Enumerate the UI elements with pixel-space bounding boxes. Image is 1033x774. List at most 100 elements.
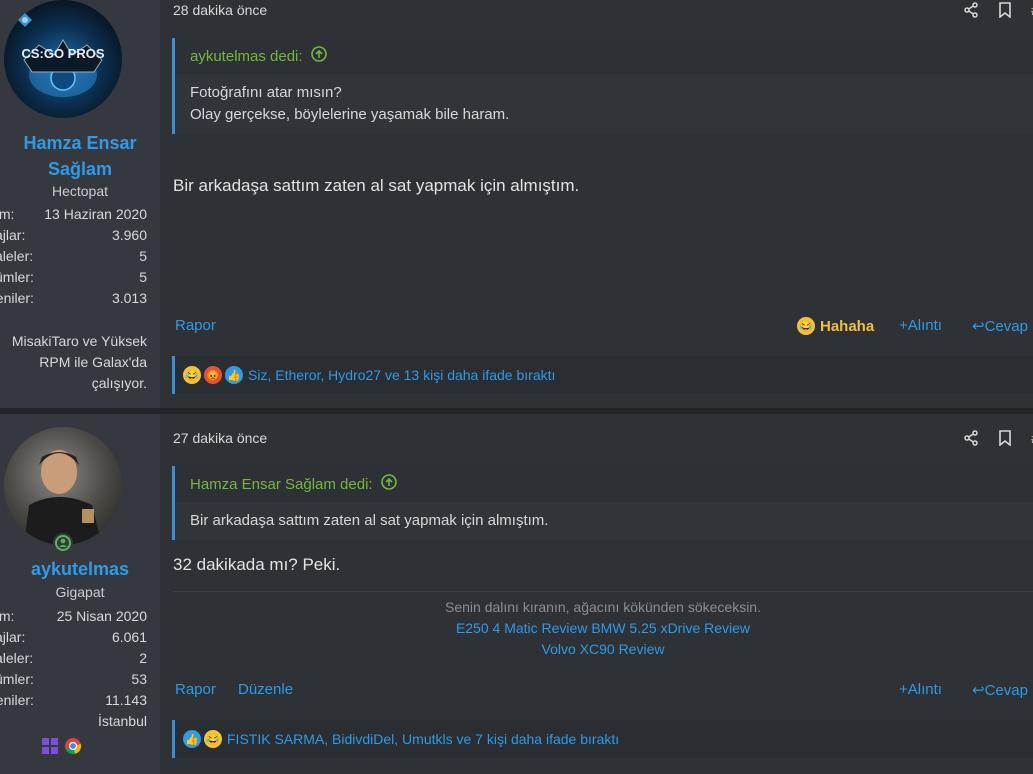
stat-key: zümler: xyxy=(0,671,34,687)
stat-joined: ılım: 13 Haziran 2020 xyxy=(0,206,147,227)
laugh-emoji-icon: 😂 xyxy=(204,730,222,748)
stat-extra: : xyxy=(0,311,147,332)
avatar[interactable] xyxy=(4,427,122,545)
report-link[interactable]: Rapor xyxy=(175,681,216,698)
post-actions: Rapor Düzenle +Alıntı ↩Cevap xyxy=(175,681,1033,705)
edit-link[interactable]: Düzenle xyxy=(238,681,293,698)
stat-key: ılım: xyxy=(0,608,15,624)
username-line-1[interactable]: Hamza Ensar xyxy=(0,130,160,156)
share-icon[interactable] xyxy=(961,0,981,20)
online-status-icon xyxy=(53,533,73,553)
user-title: Hectopat xyxy=(51,183,109,199)
username[interactable]: Hamza Ensar Sağlam xyxy=(0,130,160,182)
quote-line: Olay gerçekse, böylelerine yaşamak bile … xyxy=(190,106,510,123)
reactions-text[interactable]: FISTIK SARMA, BidivdiDel, Umutkls ve 7 k… xyxy=(227,731,619,747)
stat-articles: kaleler: 2 xyxy=(0,650,147,671)
user-title: Gigapat xyxy=(55,584,105,600)
post-message: 32 dakikada mı? Peki. xyxy=(173,555,341,574)
stat-value: 2 xyxy=(139,650,147,666)
stat-likes: ğeniler: 11.143 xyxy=(0,692,147,713)
windows-icon xyxy=(41,737,59,760)
reaction-button[interactable]: 😂 Hahaha xyxy=(797,317,874,335)
stat-location: :İstanbul xyxy=(0,713,147,734)
user-info-panel: CS:GO PROS Hamza Ensar Sağlam Hectopat ı… xyxy=(0,0,160,408)
username[interactable]: aykutelmas xyxy=(0,556,160,582)
stat-value: 3.013 xyxy=(111,290,147,306)
reply-label: Cevap xyxy=(984,682,1028,699)
post-2: aykutelmas Gigapat ılım: 25 Nisan 2020 sa… xyxy=(0,414,1033,774)
quote-label: Alıntı xyxy=(907,681,942,698)
stat-value: 53 xyxy=(131,671,147,687)
permalink-icon[interactable]: # xyxy=(1029,428,1033,448)
arrow-up-circle-icon[interactable] xyxy=(310,46,327,66)
user-custom-field: MisakiTaro ve Yüksek RPM ile Galax'da ça… xyxy=(12,331,147,394)
arrow-up-circle-icon[interactable] xyxy=(380,474,397,494)
post-time[interactable]: 27 dakika önce xyxy=(173,430,267,446)
quote-button[interactable]: +Alıntı xyxy=(899,317,942,334)
share-icon[interactable] xyxy=(961,428,981,448)
custom-line: MisakiTaro ve Yüksek xyxy=(11,333,147,349)
quote-body: Bir arkadaşa sattım zaten al sat yapmak … xyxy=(175,502,1033,540)
post-tools: # xyxy=(961,0,1033,20)
quote-block: aykutelmas dedi: Fotoğrafını atar mısın?… xyxy=(172,38,1033,134)
signature-link[interactable]: Volvo XC90 Review xyxy=(542,641,665,657)
reactions-text[interactable]: Siz, Etheror, Hydro27 ve 13 kişi daha if… xyxy=(248,367,555,383)
reply-icon: ↩ xyxy=(972,318,985,335)
reactions-bar[interactable]: 👍 😂 FISTIK SARMA, BidivdiDel, Umutkls ve… xyxy=(172,720,1033,758)
stat-joined: ılım: 25 Nisan 2020 xyxy=(0,608,147,629)
post-message: Bir arkadaşa sattım zaten al sat yapmak … xyxy=(173,176,580,195)
reply-button[interactable]: ↩Cevap xyxy=(972,317,1028,335)
plus-icon: + xyxy=(899,681,908,698)
quote-line: Fotoğrafını atar mısın? xyxy=(190,84,342,101)
quote-author[interactable]: Hamza Ensar Sağlam dedi: xyxy=(190,476,373,493)
stat-key: zümler: xyxy=(0,269,34,285)
stat-key: sajlar: xyxy=(0,227,26,243)
quote-label: Alıntı xyxy=(907,317,942,334)
user-info-panel: aykutelmas Gigapat ılım: 25 Nisan 2020 sa… xyxy=(0,414,160,774)
post-tools: # xyxy=(961,428,1033,448)
quote-button[interactable]: +Alıntı xyxy=(899,681,942,698)
stat-value: 3.960 xyxy=(111,227,147,243)
permalink-icon[interactable]: # xyxy=(1029,0,1033,20)
avatar-logo-text: CS:GO PROS xyxy=(21,46,104,61)
reply-button[interactable]: ↩Cevap xyxy=(972,681,1028,699)
signature-link[interactable]: E250 4 Matic Review BMW 5.25 xDrive Revi… xyxy=(456,620,750,636)
reaction-label: Hahaha xyxy=(820,317,875,335)
signature: Senin dalını kıranın, ağacını kökünden s… xyxy=(173,591,1033,660)
quote-block: Hamza Ensar Sağlam dedi: Bir arkadaşa sa… xyxy=(172,466,1033,540)
post-time[interactable]: 28 dakika önce xyxy=(173,2,267,18)
stat-solutions: zümler: 5 xyxy=(0,269,147,290)
bookmark-icon[interactable] xyxy=(995,428,1015,448)
report-link[interactable]: Rapor xyxy=(175,317,216,334)
stat-messages: sajlar: 3.960 xyxy=(0,227,147,248)
laugh-emoji-icon: 😂 xyxy=(797,317,815,335)
username-line-2[interactable]: Sağlam xyxy=(0,156,160,182)
stat-value: 5 xyxy=(139,248,147,264)
quote-author[interactable]: aykutelmas dedi: xyxy=(190,48,303,65)
reply-icon: ↩ xyxy=(972,682,985,699)
chrome-icon xyxy=(64,737,82,760)
stat-articles: kaleler: 5 xyxy=(0,248,147,269)
stat-value: 6.061 xyxy=(111,629,147,645)
custom-line: çalışıyor. xyxy=(91,375,147,391)
signature-motto: Senin dalını kıranın, ağacını kökünden s… xyxy=(445,599,761,615)
stat-key: sajlar: xyxy=(0,629,26,645)
post-actions: Rapor 😂 Hahaha +Alıntı ↩Cevap xyxy=(175,317,1033,341)
stat-likes: ğeniler: 3.013 xyxy=(0,290,147,311)
stat-key: ğeniler: xyxy=(0,290,34,306)
platform-icons xyxy=(41,737,82,760)
quote-body: Fotoğrafını atar mısın? Olay gerçekse, b… xyxy=(175,74,1033,134)
bookmark-icon[interactable] xyxy=(995,0,1015,20)
stat-solutions: zümler: 53 xyxy=(0,671,147,692)
stat-value: 11.143 xyxy=(105,692,147,708)
post-main: 27 dakika önce # Hamza Ensar Sağlam dedi… xyxy=(160,414,1033,774)
like-icon: 👍 xyxy=(225,366,243,384)
quote-header[interactable]: Hamza Ensar Sağlam dedi: xyxy=(175,466,1033,502)
stat-key: kaleler: xyxy=(0,650,34,666)
quote-line: Bir arkadaşa sattım zaten al sat yapmak … xyxy=(190,512,549,529)
quote-header[interactable]: aykutelmas dedi: xyxy=(175,38,1033,74)
post-1: CS:GO PROS Hamza Ensar Sağlam Hectopat ı… xyxy=(0,0,1033,408)
stat-value: 25 Nisan 2020 xyxy=(56,608,147,624)
reactions-bar[interactable]: 😂 😡 👍 Siz, Etheror, Hydro27 ve 13 kişi d… xyxy=(172,356,1033,394)
stat-key: ğeniler: xyxy=(0,692,34,708)
